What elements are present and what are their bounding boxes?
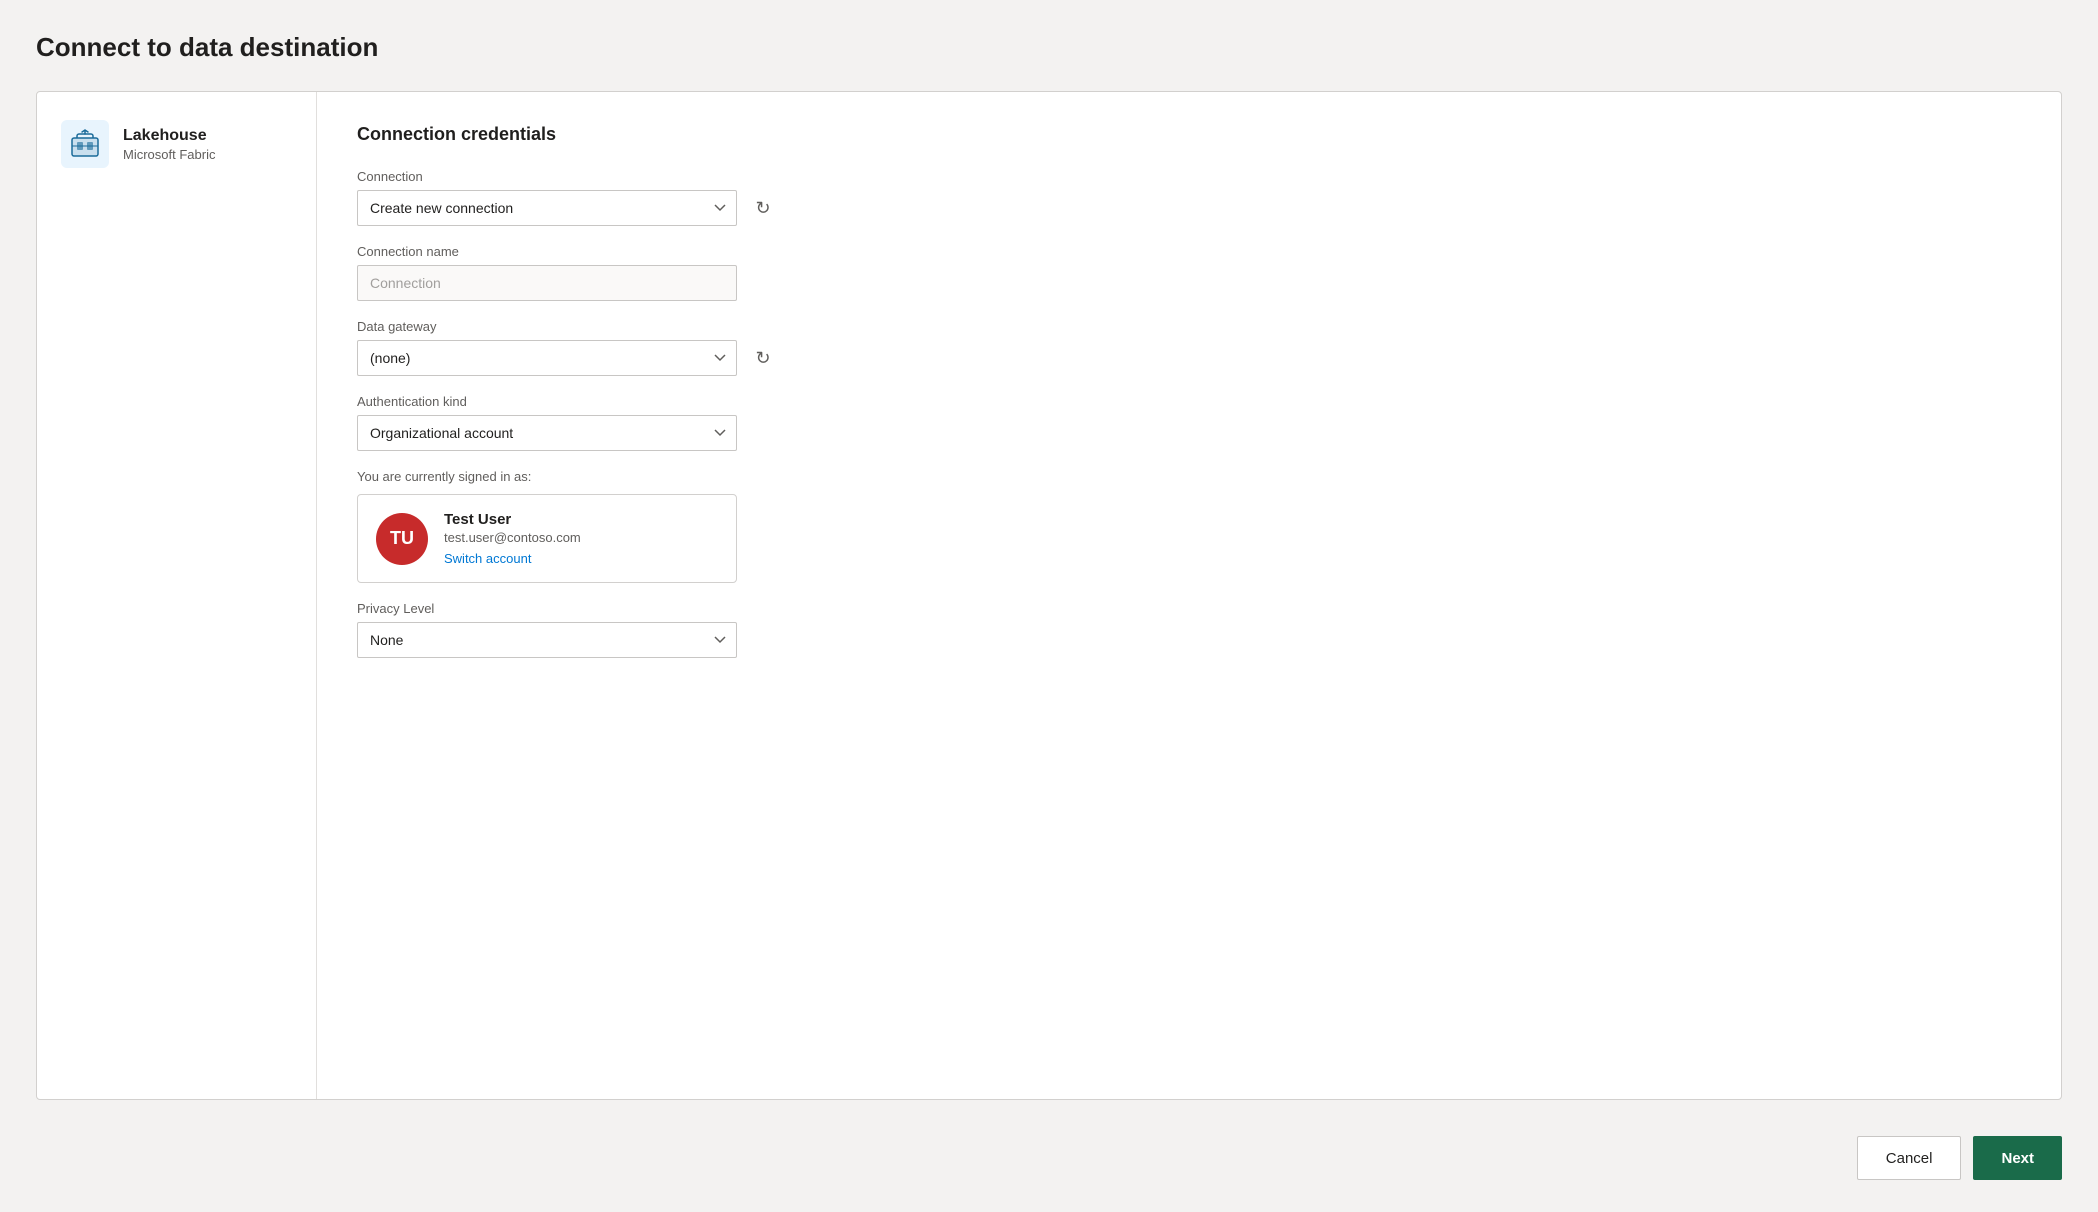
account-info: Test User test.user@contoso.com Switch a… [444, 511, 581, 566]
main-card: Lakehouse Microsoft Fabric Connection cr… [36, 91, 2062, 1100]
connection-label: Connection [357, 169, 2021, 184]
source-item: Lakehouse Microsoft Fabric [61, 120, 215, 168]
avatar: TU [376, 513, 428, 565]
connection-name-group: Connection name [357, 244, 2021, 301]
privacy-level-select[interactable]: None Public Organizational Private [357, 622, 737, 658]
source-subtitle: Microsoft Fabric [123, 147, 215, 162]
data-gateway-group: Data gateway (none) ↻ [357, 319, 2021, 376]
auth-kind-group: Authentication kind Organizational accou… [357, 394, 2021, 451]
switch-account-link[interactable]: Switch account [444, 551, 581, 566]
signed-in-label: You are currently signed in as: [357, 469, 2021, 484]
connection-group: Connection Create new connection ↻ [357, 169, 2021, 226]
cancel-button[interactable]: Cancel [1857, 1136, 1962, 1180]
left-panel: Lakehouse Microsoft Fabric [37, 92, 317, 1099]
auth-kind-select[interactable]: Organizational account [357, 415, 737, 451]
connection-select-wrapper: Create new connection ↻ [357, 190, 2021, 226]
account-name: Test User [444, 511, 581, 528]
section-title: Connection credentials [357, 124, 2021, 145]
gateway-refresh-button[interactable]: ↻ [747, 342, 779, 374]
connection-name-input[interactable] [357, 265, 737, 301]
page-title: Connect to data destination [36, 32, 2062, 63]
lakehouse-icon [61, 120, 109, 168]
source-text: Lakehouse Microsoft Fabric [123, 127, 215, 162]
connection-name-label: Connection name [357, 244, 2021, 259]
source-name: Lakehouse [123, 127, 215, 145]
next-button[interactable]: Next [1973, 1136, 2062, 1180]
connection-select[interactable]: Create new connection [357, 190, 737, 226]
account-email: test.user@contoso.com [444, 530, 581, 545]
refresh-icon: ↻ [755, 199, 770, 217]
account-card: TU Test User test.user@contoso.com Switc… [357, 494, 737, 583]
gateway-select-wrapper: (none) ↻ [357, 340, 2021, 376]
data-gateway-label: Data gateway [357, 319, 2021, 334]
auth-kind-label: Authentication kind [357, 394, 2021, 409]
data-gateway-select[interactable]: (none) [357, 340, 737, 376]
refresh-icon-2: ↻ [755, 349, 770, 367]
right-panel: Connection credentials Connection Create… [317, 92, 2061, 1099]
privacy-level-group: Privacy Level None Public Organizational… [357, 601, 2021, 658]
connection-refresh-button[interactable]: ↻ [747, 192, 779, 224]
signed-in-group: You are currently signed in as: TU Test … [357, 469, 2021, 583]
privacy-level-label: Privacy Level [357, 601, 2021, 616]
footer: Cancel Next [36, 1120, 2062, 1180]
